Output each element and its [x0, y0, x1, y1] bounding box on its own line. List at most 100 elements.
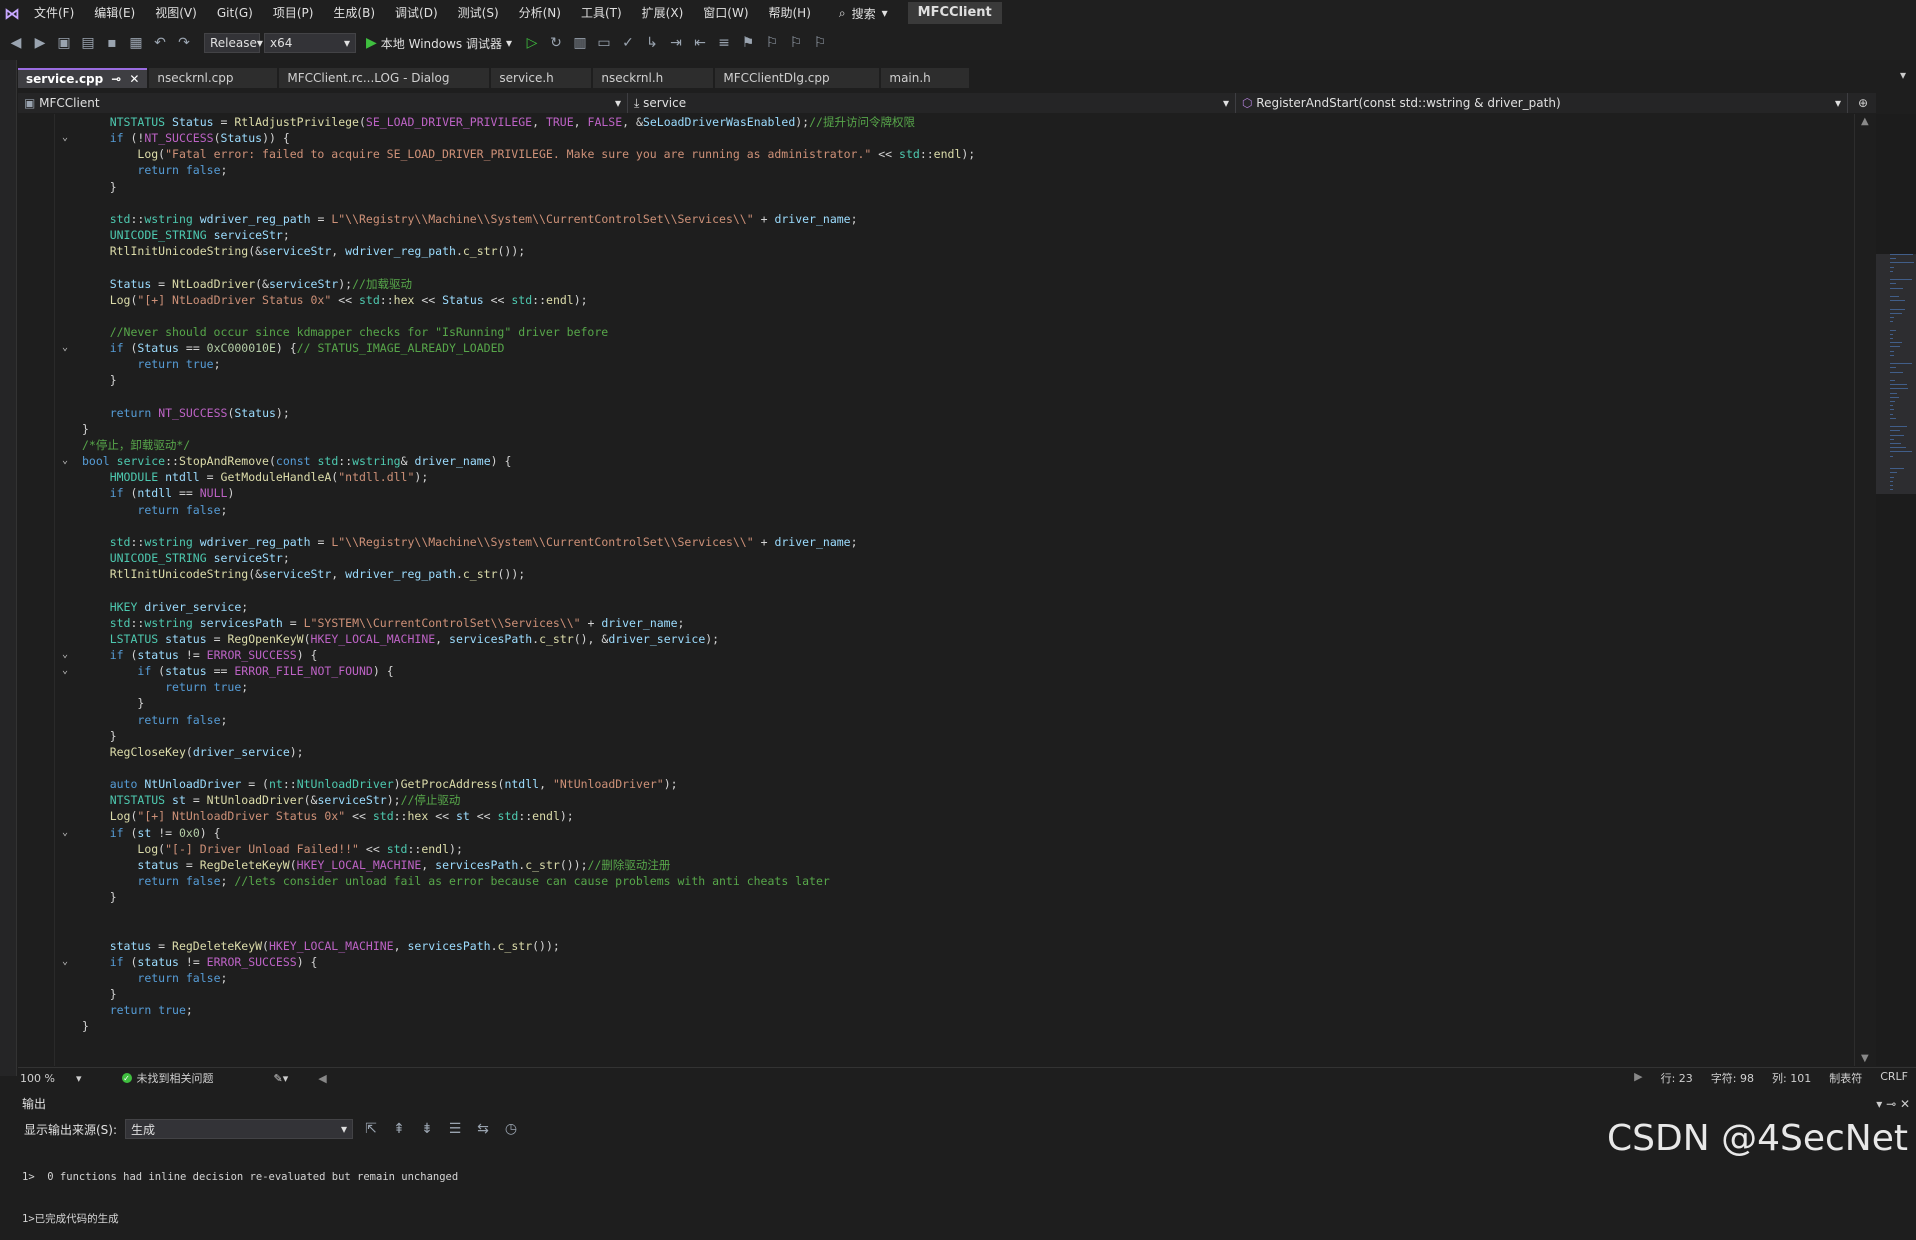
scroll-left-icon[interactable]: ◀	[318, 1072, 326, 1085]
bookmark-icon[interactable]: ⚑	[738, 33, 758, 53]
fold-toggle-icon[interactable]: ⌄	[62, 663, 74, 679]
chevron-down-icon[interactable]: ▾	[76, 1072, 82, 1085]
menu-analyze[interactable]: 分析(N)	[509, 0, 571, 26]
tab-mfcclient-rc-dialog[interactable]: MFCClient.rc...LOG - Dialog	[279, 68, 490, 88]
fold-toggle-icon[interactable]: ⌄	[62, 453, 74, 469]
search-button[interactable]: ⌕ 搜索 ▾	[827, 5, 900, 22]
go-to-previous-icon[interactable]: ⇞	[389, 1119, 409, 1139]
code-line[interactable]: std::wstring servicesPath = L"SYSTEM\\Cu…	[18, 615, 1854, 631]
member-dropdown[interactable]: ⬡ RegisterAndStart(const std::wstring & …	[1236, 93, 1848, 113]
code-line[interactable]: }	[18, 986, 1854, 1002]
code-cleanup-icon[interactable]: ✎▾	[274, 1072, 289, 1085]
start-debugging-button[interactable]: ▶ 本地 Windows 调试器 ▾	[360, 35, 518, 52]
tab-mfcclientdlg-cpp[interactable]: MFCClientDlg.cpp	[715, 68, 880, 88]
fold-toggle-icon[interactable]: ⌄	[62, 954, 74, 970]
navigate-forward-icon[interactable]: ▶	[30, 33, 50, 53]
menu-git[interactable]: Git(G)	[207, 0, 263, 26]
code-line[interactable]: return true;	[18, 356, 1854, 372]
code-minimap[interactable]	[1876, 114, 1916, 1066]
fold-toggle-icon[interactable]: ⌄	[62, 130, 74, 146]
code-line[interactable]: std::wstring wdriver_reg_path = L"\\Regi…	[18, 211, 1854, 227]
scroll-right-icon[interactable]: ▶	[1634, 1070, 1642, 1086]
split-editor-icon[interactable]: ⊕	[1858, 93, 1868, 113]
left-tool-strip[interactable]	[0, 60, 17, 1076]
platform-dropdown[interactable]: x64 ▾	[264, 33, 356, 53]
code-line[interactable]: /*停止，卸载驱动*/	[18, 437, 1854, 453]
code-line[interactable]	[18, 308, 1854, 324]
restart-icon[interactable]: ↻	[546, 33, 566, 53]
code-line[interactable]: }	[18, 728, 1854, 744]
code-line[interactable]: if (ntdll == NULL)	[18, 485, 1854, 501]
configuration-dropdown[interactable]: Release ▾	[204, 33, 263, 53]
line-ending[interactable]: CRLF	[1880, 1070, 1908, 1086]
code-line[interactable]	[18, 195, 1854, 211]
fold-toggle-icon[interactable]: ⌄	[62, 825, 74, 841]
menu-edit[interactable]: 编辑(E)	[84, 0, 145, 26]
panel-controls[interactable]: ▾ ⊸ ✕	[1876, 1094, 1910, 1114]
fold-toggle-icon[interactable]: ⌄	[62, 647, 74, 663]
tab-service-h[interactable]: service.h	[491, 68, 592, 88]
menu-test[interactable]: 测试(S)	[448, 0, 509, 26]
menu-window[interactable]: 窗口(W)	[693, 0, 758, 26]
code-line[interactable]: ⌄ if (status != ERROR_SUCCESS) {	[18, 647, 1854, 663]
menu-tools[interactable]: 工具(T)	[571, 0, 632, 26]
code-line[interactable]: RtlInitUnicodeString(&serviceStr, wdrive…	[18, 243, 1854, 259]
tab-main-h[interactable]: main.h	[881, 68, 970, 88]
tab-service-cpp[interactable]: service.cpp ⊸ ✕	[18, 68, 148, 88]
tab-overflow-chevron-icon[interactable]: ▾	[1900, 68, 1916, 88]
code-line[interactable]: auto NtUnloadDriver = (nt::NtUnloadDrive…	[18, 776, 1854, 792]
code-line[interactable]: ⌄ if (status == ERROR_FILE_NOT_FOUND) {	[18, 663, 1854, 679]
code-line[interactable]: Status = NtLoadDriver(&serviceStr);//加载驱…	[18, 276, 1854, 292]
close-icon[interactable]: ✕	[129, 70, 139, 88]
timestamp-icon[interactable]: ◷	[501, 1119, 521, 1139]
menu-project[interactable]: 项目(P)	[263, 0, 324, 26]
code-line[interactable]: return true;	[18, 1002, 1854, 1018]
project-dropdown[interactable]: ▣ MFCClient ▾	[18, 93, 628, 113]
minimap-viewport[interactable]	[1876, 254, 1916, 494]
menu-help[interactable]: 帮助(H)	[759, 0, 821, 26]
code-line[interactable]: }	[18, 1018, 1854, 1034]
go-to-next-icon[interactable]: ⇟	[417, 1119, 437, 1139]
menu-build[interactable]: 生成(B)	[323, 0, 385, 26]
code-line[interactable]	[18, 518, 1854, 534]
code-line[interactable]: }	[18, 421, 1854, 437]
comment-icon[interactable]: ≡	[714, 33, 734, 53]
code-line[interactable]: Log("[+] NtUnloadDriver Status 0x" << st…	[18, 808, 1854, 824]
browser-icon[interactable]: ▥	[570, 33, 590, 53]
code-line[interactable]: Log("[+] NtLoadDriver Status 0x" << std:…	[18, 292, 1854, 308]
code-line[interactable]: ⌄ if (st != 0x0) {	[18, 825, 1854, 841]
code-line[interactable]	[18, 760, 1854, 776]
code-line[interactable]: ⌄ if (!NT_SUCCESS(Status)) {	[18, 130, 1854, 146]
bookmark-clear-icon[interactable]: ⚐	[810, 33, 830, 53]
code-line[interactable]: RtlInitUnicodeString(&serviceStr, wdrive…	[18, 566, 1854, 582]
code-line[interactable]: return false;	[18, 162, 1854, 178]
code-line[interactable]: Log("Fatal error: failed to acquire SE_L…	[18, 146, 1854, 162]
code-line[interactable]: }	[18, 695, 1854, 711]
code-line[interactable]: UNICODE_STRING serviceStr;	[18, 227, 1854, 243]
scroll-down-icon[interactable]: ▼	[1861, 1053, 1869, 1064]
code-line[interactable]: }	[18, 889, 1854, 905]
code-line[interactable]: std::wstring wdriver_reg_path = L"\\Regi…	[18, 534, 1854, 550]
code-line[interactable]: Log("[-] Driver Unload Failed!!" << std:…	[18, 841, 1854, 857]
scope-dropdown[interactable]: ⤓ service ▾	[628, 93, 1236, 113]
code-line[interactable]: UNICODE_STRING serviceStr;	[18, 550, 1854, 566]
fold-toggle-icon[interactable]: ⌄	[62, 340, 74, 356]
open-folder-icon[interactable]: ▤	[78, 33, 98, 53]
undo-icon[interactable]: ↶	[150, 33, 170, 53]
issues-indicator[interactable]: ✓ 未找到相关问题	[121, 1070, 214, 1086]
code-line[interactable]: HMODULE ntdll = GetModuleHandleA("ntdll.…	[18, 469, 1854, 485]
tab-nseckrnl-cpp[interactable]: nseckrnl.cpp	[149, 68, 278, 88]
code-line[interactable]	[18, 905, 1854, 921]
menu-view[interactable]: 视图(V)	[145, 0, 207, 26]
code-line[interactable]: NTSTATUS st = NtUnloadDriver(&serviceStr…	[18, 792, 1854, 808]
code-line[interactable]: LSTATUS status = RegOpenKeyW(HKEY_LOCAL_…	[18, 631, 1854, 647]
code-line[interactable]: }	[18, 372, 1854, 388]
spell-check-icon[interactable]: ✓	[618, 33, 638, 53]
navigate-back-icon[interactable]: ◀	[6, 33, 26, 53]
code-line[interactable]: ⌄ bool service::StopAndRemove(const std::…	[18, 453, 1854, 469]
code-line[interactable]: return false;	[18, 502, 1854, 518]
bookmark-prev-icon[interactable]: ⚐	[762, 33, 782, 53]
output-text[interactable]: 1> 0 functions had inline decision re-ev…	[22, 1142, 1622, 1225]
code-editor[interactable]: NTSTATUS Status = RtlAdjustPrivilege(SE_…	[18, 114, 1854, 1066]
code-line[interactable]: return false; //lets consider unload fai…	[18, 873, 1854, 889]
